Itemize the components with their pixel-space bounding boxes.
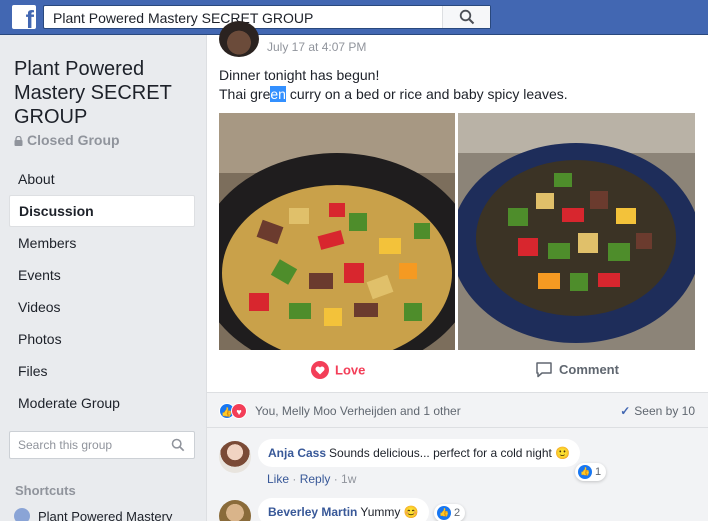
- search-icon: [459, 9, 475, 25]
- checkmark-icon: ✓: [620, 404, 631, 418]
- like-icon: 👍: [437, 506, 451, 520]
- seen-by[interactable]: ✓ Seen by 10: [620, 404, 695, 418]
- nav-item-photos[interactable]: Photos: [9, 323, 195, 355]
- nav-item-videos[interactable]: Videos: [9, 291, 195, 323]
- comments-section: Anja Cass Sounds delicious... perfect for…: [207, 428, 708, 521]
- nav-item-events[interactable]: Events: [9, 259, 195, 291]
- comment-age[interactable]: 1w: [341, 472, 356, 486]
- group-nav: About Discussion Members Events Videos P…: [9, 163, 195, 419]
- seen-text: Seen by 10: [634, 404, 695, 418]
- avatar[interactable]: [219, 441, 251, 473]
- love-reaction-icon: ♥: [231, 403, 247, 419]
- comment-reply-link[interactable]: Reply: [300, 472, 331, 486]
- photo-grid: [219, 113, 695, 350]
- comment-like-count[interactable]: 👍 2: [434, 504, 466, 521]
- comment-label: Comment: [559, 362, 619, 377]
- search-button[interactable]: [442, 6, 490, 28]
- post-text-segment: curry on a bed or rice and baby spicy le…: [285, 86, 568, 102]
- nav-item-moderate-group[interactable]: Moderate Group: [9, 387, 195, 419]
- post-timestamp[interactable]: July 17 at 4:07 PM: [267, 40, 366, 54]
- comment-button[interactable]: Comment: [535, 362, 619, 379]
- search-query-text: Plant Powered Mastery SECRET GROUP: [53, 10, 314, 26]
- reactions-summary: 👍 ♥ You, Melly Moo Verheijden and 1 other…: [207, 392, 708, 428]
- group-privacy-label: Closed Group: [14, 132, 120, 148]
- comment-author[interactable]: Beverley Martin: [268, 505, 357, 519]
- top-bar: f Plant Powered Mastery SECRET GROUP: [0, 0, 708, 35]
- post-line-2: Thai green curry on a bed or rice and ba…: [219, 85, 568, 104]
- shortcut-item[interactable]: Plant Powered Mastery: [14, 507, 173, 521]
- shortcut-label: Plant Powered Mastery: [38, 509, 173, 521]
- group-icon: [14, 507, 30, 521]
- selected-text: en: [270, 86, 286, 102]
- nav-item-about[interactable]: About: [9, 163, 195, 195]
- group-title[interactable]: Plant Powered Mastery SECRET GROUP: [14, 57, 194, 129]
- left-sidebar: Plant Powered Mastery SECRET GROUP Close…: [0, 35, 206, 521]
- group-search-input[interactable]: Search this group: [9, 431, 195, 459]
- nav-item-discussion[interactable]: Discussion: [9, 195, 195, 227]
- heart-icon: [311, 361, 329, 379]
- privacy-text: Closed Group: [27, 132, 120, 148]
- comment-bubble: Anja Cass Sounds delicious... perfect for…: [258, 439, 581, 467]
- reaction-icons[interactable]: 👍 ♥: [219, 403, 247, 419]
- comment-text: Yummy 😊: [360, 505, 419, 519]
- post-body: Dinner tonight has begun! Thai green cur…: [219, 66, 568, 104]
- comment-meta: Like · Reply · 1w: [267, 472, 357, 486]
- facebook-logo-letter: f: [25, 6, 34, 30]
- avatar[interactable]: [219, 500, 251, 521]
- nav-item-files[interactable]: Files: [9, 355, 195, 387]
- post-photo-1[interactable]: [219, 113, 455, 350]
- like-icon: 👍: [578, 465, 592, 479]
- like-count: 2: [454, 506, 461, 519]
- post-actions: Love Comment: [207, 352, 708, 392]
- comment-like-count[interactable]: 👍 1: [575, 463, 607, 481]
- search-icon: [171, 438, 185, 452]
- post-card: July 17 at 4:07 PM Dinner tonight has be…: [206, 21, 708, 521]
- comment-bubble: Beverley Martin Yummy 😊: [258, 498, 429, 521]
- love-label: Love: [335, 362, 366, 378]
- post-text-segment: Thai gre: [219, 86, 271, 102]
- comment-like-link[interactable]: Like: [267, 472, 289, 486]
- nav-item-members[interactable]: Members: [9, 227, 195, 259]
- post-line-1: Dinner tonight has begun!: [219, 67, 380, 83]
- post-photo-2[interactable]: [458, 113, 695, 350]
- comment-icon: [536, 362, 552, 378]
- reactions-text[interactable]: You, Melly Moo Verheijden and 1 other: [255, 404, 461, 418]
- lock-icon: [14, 136, 23, 146]
- shortcuts-heading: Shortcuts: [15, 483, 76, 498]
- love-button[interactable]: Love: [311, 361, 366, 380]
- facebook-logo-icon[interactable]: f: [12, 5, 36, 29]
- comment-author[interactable]: Anja Cass: [268, 446, 326, 460]
- comment-text: Sounds delicious... perfect for a cold n…: [329, 446, 571, 460]
- group-search-placeholder: Search this group: [18, 438, 113, 452]
- like-count: 1: [595, 465, 602, 478]
- avatar[interactable]: [219, 21, 259, 57]
- global-search-input[interactable]: Plant Powered Mastery SECRET GROUP: [43, 5, 491, 29]
